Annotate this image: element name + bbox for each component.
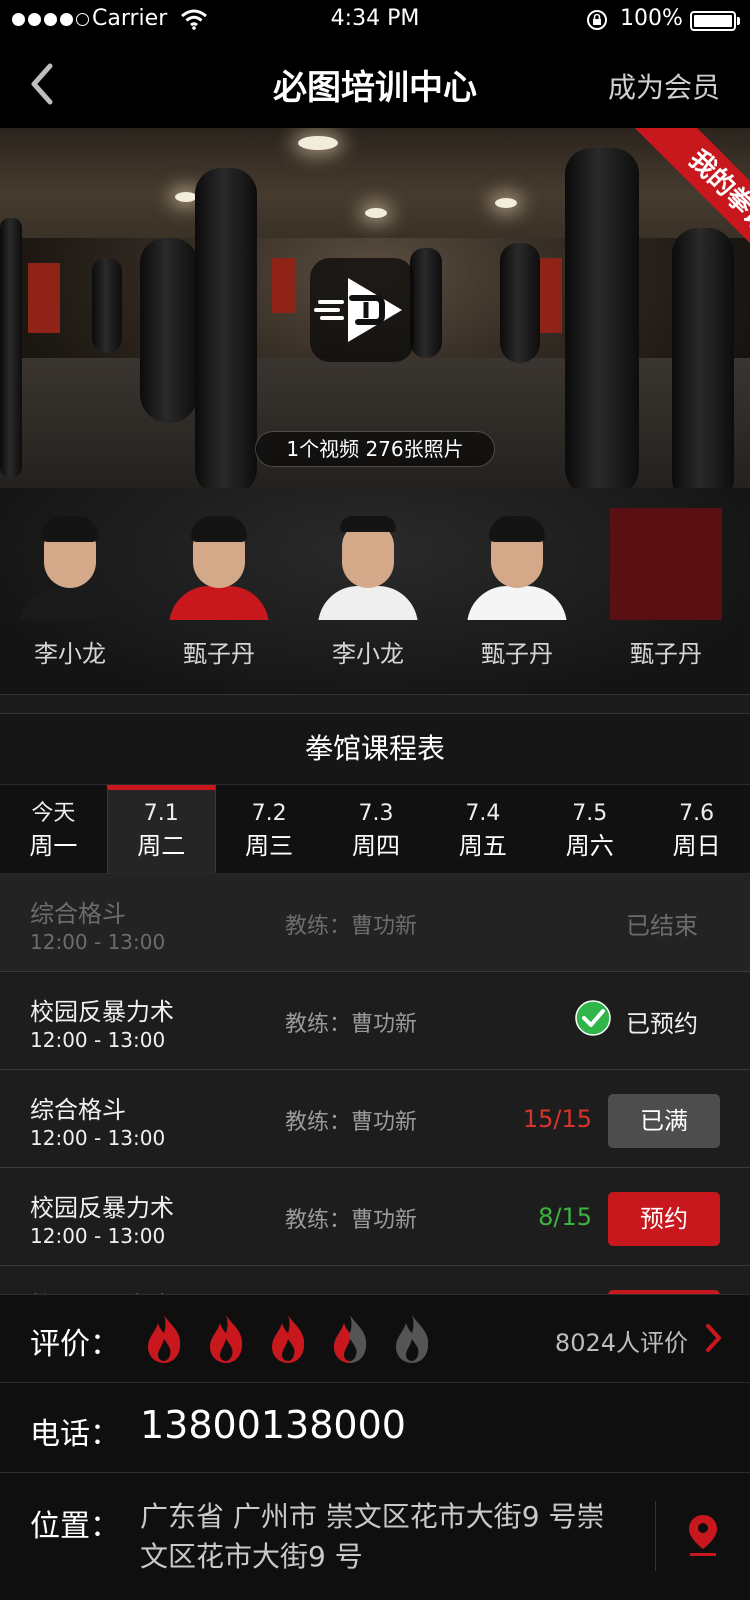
flame-icon-empty	[396, 1315, 429, 1363]
rating-row[interactable]: 评价： 8024人评价	[0, 1294, 750, 1382]
coach-card[interactable]: 李小龙	[312, 508, 424, 669]
tab-7-1[interactable]: 7.1 周二	[106, 785, 216, 873]
coach-photo-placeholder	[610, 508, 722, 620]
class-name: 校园反暴力术	[30, 1194, 174, 1222]
coach-name: 甄子丹	[183, 640, 255, 668]
class-row: 校园反暴力术 12:00 - 13:00 教练：曹功新 已预约	[0, 972, 750, 1070]
flame-icon-full	[272, 1315, 305, 1363]
class-name: 综合格斗	[30, 1096, 126, 1124]
location-row: 位置： 广东省 广州市 崇文区花市大街9 号崇文区花市大街9 号	[0, 1472, 750, 1600]
section-divider	[0, 694, 750, 714]
class-row: 校园反暴力术	[0, 1266, 750, 1294]
map-pin-icon[interactable]	[686, 1513, 720, 1557]
become-member-link[interactable]: 成为会员	[608, 66, 720, 106]
class-name: 校园反暴力术	[30, 998, 174, 1026]
booked-status: 已预约	[626, 1010, 698, 1038]
ended-status: 已结束	[626, 912, 698, 940]
coach-name: 李小龙	[332, 640, 404, 668]
media-count-badge[interactable]: 1个视频 276张照片	[255, 431, 495, 467]
address-text: 广东省 广州市 崇文区花市大街9 号崇文区花市大街9 号	[140, 1500, 605, 1573]
coach-list: 李小龙 甄子丹 李小龙 甄子丹 甄子丹	[0, 488, 750, 694]
full-button[interactable]: 已满	[608, 1094, 720, 1148]
status-bar: Carrier 4:34 PM 100%	[0, 0, 750, 40]
gym-photo-banner[interactable]: 1个视频 276张照片 我的拳馆	[0, 128, 750, 488]
my-gym-ribbon-label[interactable]: 我的拳馆	[633, 128, 750, 278]
booked-check-icon	[575, 1000, 611, 1036]
rating-label: 评价：	[30, 1327, 120, 1362]
flame-icon-full	[210, 1315, 243, 1363]
chevron-right-icon[interactable]	[704, 1323, 722, 1353]
coach-name: 甄子丹	[481, 640, 553, 668]
class-coach: 教练：曹功新	[285, 1012, 418, 1037]
coach-card[interactable]: 李小龙	[14, 508, 126, 669]
rotation-lock-icon	[587, 10, 607, 30]
my-gym-ribbon[interactable]: 我的拳馆	[600, 128, 750, 278]
coach-card[interactable]: 甄子丹	[163, 508, 275, 669]
class-coach: 教练：曹功新	[285, 1110, 418, 1135]
coach-photo	[312, 508, 424, 620]
class-coach: 教练：曹功新	[285, 1208, 418, 1233]
class-time: 12:00 - 13:00	[30, 1126, 166, 1150]
tab-7-2[interactable]: 7.2 周三	[216, 785, 323, 873]
flame-icon-full	[148, 1315, 181, 1363]
class-time: 12:00 - 13:00	[30, 1028, 166, 1052]
class-row: 综合格斗 12:00 - 13:00 教练：曹功新 已结束	[0, 874, 750, 972]
coach-card[interactable]: 甄子丹	[610, 508, 722, 669]
tab-today[interactable]: 今天 周一	[0, 785, 107, 873]
class-name: 综合格斗	[30, 900, 126, 928]
tab-7-4[interactable]: 7.4 周五	[429, 785, 536, 873]
phone-number[interactable]: 13800138000	[140, 1403, 406, 1447]
rating-flames	[140, 1313, 436, 1365]
battery-percent: 100%	[620, 6, 683, 31]
nav-bar: 必图培训中心 成为会员	[0, 40, 750, 128]
play-video-icon[interactable]	[308, 256, 416, 364]
class-row: 综合格斗 12:00 - 13:00 教练：曹功新 15/15 已满	[0, 1070, 750, 1168]
tab-7-5[interactable]: 7.5 周六	[536, 785, 643, 873]
phone-row: 电话： 13800138000	[0, 1382, 750, 1472]
reserve-button[interactable]: 预约	[608, 1192, 720, 1246]
phone-label: 电话：	[30, 1417, 120, 1452]
enrollment-count: 15/15	[522, 1105, 592, 1133]
review-count-link[interactable]: 8024人评价	[555, 1323, 688, 1358]
class-name: 校园反暴力术	[30, 1286, 174, 1294]
coach-photo	[163, 508, 275, 620]
date-tabs: 今天 周一 7.1 周二 7.2 周三 7.3 周四 7.4 周五 7.5 周六…	[0, 784, 750, 874]
divider	[655, 1501, 656, 1571]
battery-icon	[690, 11, 736, 31]
class-coach: 教练：曹功新	[285, 914, 418, 939]
class-row: 校园反暴力术 12:00 - 13:00 教练：曹功新 8/15 预约	[0, 1168, 750, 1266]
coach-name: 甄子丹	[630, 640, 702, 668]
tab-7-3[interactable]: 7.3 周四	[323, 785, 430, 873]
tab-7-6[interactable]: 7.6 周日	[643, 785, 750, 873]
class-list: 综合格斗 12:00 - 13:00 教练：曹功新 已结束 校园反暴力术 12:…	[0, 874, 750, 1294]
coach-photo	[14, 508, 126, 620]
schedule-title: 拳馆课程表	[0, 714, 750, 784]
class-time: 12:00 - 13:00	[30, 930, 166, 954]
flame-icon-half	[334, 1315, 367, 1363]
coach-photo	[461, 508, 573, 620]
coach-name: 李小龙	[34, 640, 106, 668]
location-label: 位置：	[30, 1509, 120, 1544]
enrollment-count: 8/15	[538, 1203, 592, 1231]
class-time: 12:00 - 13:00	[30, 1224, 166, 1248]
coach-card[interactable]: 甄子丹	[461, 508, 573, 669]
